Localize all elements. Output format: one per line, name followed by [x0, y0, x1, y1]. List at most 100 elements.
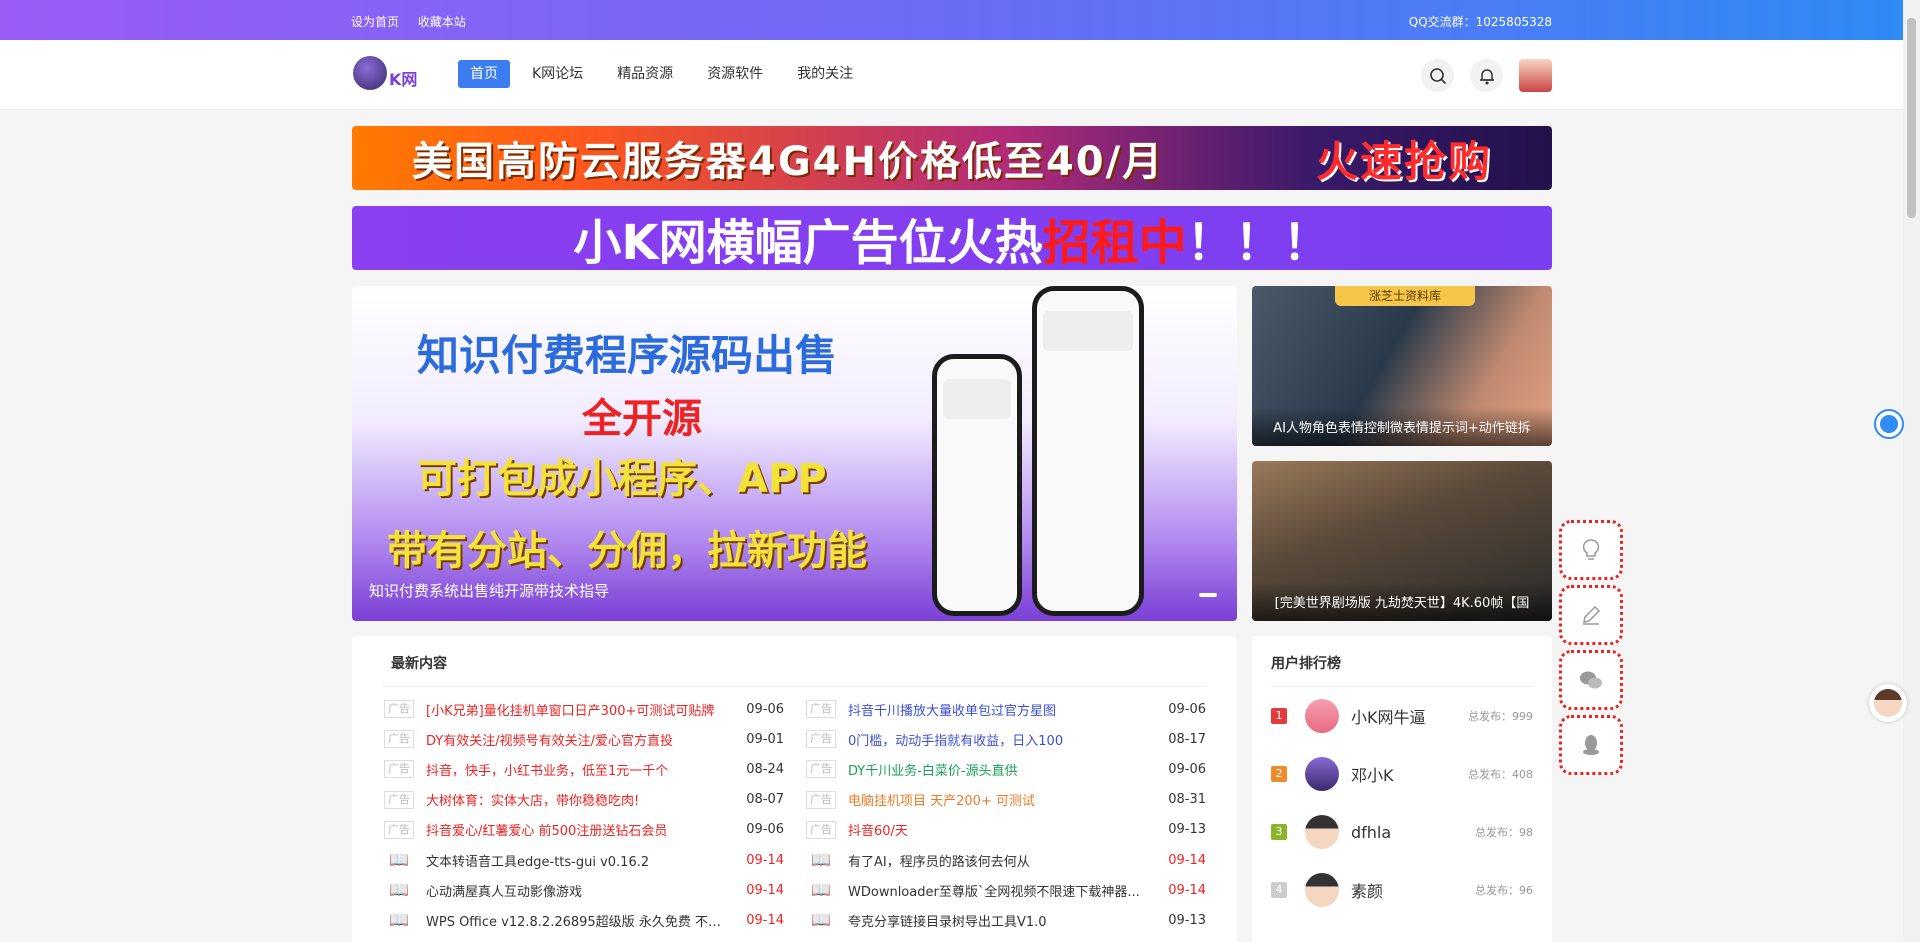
- list-item-title[interactable]: 抖音千川播放大量收单包过官方星图: [848, 700, 1154, 719]
- ad-badge: 广告: [806, 820, 836, 839]
- header-actions: [1421, 59, 1552, 92]
- ad-badge: 广告: [384, 730, 414, 749]
- list-item-date: 09-13: [1168, 912, 1206, 928]
- list-item[interactable]: 广告 0门槛，动动手指就有收益，日入100 08-17: [806, 724, 1206, 754]
- slide-line-3: 可打包成小程序、APP: [417, 456, 827, 502]
- phone-mockup: [1032, 286, 1144, 616]
- rank-number: 3: [1271, 824, 1287, 840]
- bookmark-link[interactable]: 收藏本站: [418, 15, 466, 29]
- book-icon: 📖: [389, 850, 409, 870]
- ranking-item[interactable]: 4 素颜 总发布：96: [1271, 870, 1533, 910]
- list-item[interactable]: 广告 抖音60/天 09-13: [806, 815, 1206, 845]
- ranking-count-value: 408: [1512, 768, 1533, 781]
- list-item[interactable]: 广告 DY有效关注/视频号有效关注/爱心官方直投 09-01: [384, 724, 784, 754]
- nav-home[interactable]: 首页: [458, 60, 510, 88]
- list-item-title[interactable]: [小K兄弟]量化挂机单窗口日产300+可测试可贴牌: [426, 700, 732, 719]
- list-item-date: 08-07: [746, 792, 784, 808]
- hero-slider[interactable]: 知识付费程序源码出售 全开源 可打包成小程序、APP 带有分站、分佣，拉新功能 …: [352, 286, 1237, 621]
- ranking-name[interactable]: 邓小K: [1351, 762, 1468, 786]
- nav-software[interactable]: 资源软件: [695, 60, 775, 88]
- latest-list-right: 广告 抖音千川播放大量收单包过官方星图 09-06 广告 0门槛，动动手指就有收益，日入…: [806, 694, 1206, 936]
- ad-badge: 广告: [384, 760, 414, 779]
- ranking-count: 总发布：98: [1475, 824, 1533, 840]
- book-icon: 📖: [389, 910, 409, 930]
- list-item-title[interactable]: 0门槛，动动手指就有收益，日入100: [848, 730, 1154, 749]
- ranking-count-label: 总发布：: [1468, 768, 1512, 781]
- list-item[interactable]: 📖 WPS Office v12.8.2.26895超级版 永久免费 不用... 0…: [384, 905, 784, 935]
- list-item[interactable]: 广告 大树体育：实体大店，带你稳稳吃肉! 08-07: [384, 785, 784, 815]
- ad-banner-rent-highlight: 招租中: [1042, 215, 1187, 270]
- list-item[interactable]: 广告 抖音，快手，小红书业务，低至1元一千个 08-24: [384, 754, 784, 784]
- assistant-avatar[interactable]: [1869, 684, 1907, 722]
- list-item-title[interactable]: 抖音，快手，小红书业务，低至1元一千个: [426, 760, 732, 779]
- list-item[interactable]: 广告 抖音千川播放大量收单包过官方星图 09-06: [806, 694, 1206, 724]
- list-item-title[interactable]: WPS Office v12.8.2.26895超级版 永久免费 不用...: [426, 911, 732, 930]
- ad-badge: 广告: [806, 700, 836, 719]
- avatar[interactable]: [1305, 815, 1339, 849]
- list-item-title[interactable]: 有了AI，程序员的路该何去何从: [848, 851, 1154, 870]
- ranking-count-value: 98: [1519, 826, 1533, 839]
- site-logo[interactable]: K网: [353, 54, 423, 94]
- divider: [382, 686, 1207, 687]
- search-icon[interactable]: [1421, 59, 1454, 92]
- ranking-count-label: 总发布：: [1468, 710, 1512, 723]
- ranking-item[interactable]: 3 dfhla 总发布：98: [1271, 812, 1533, 852]
- set-home-link[interactable]: 设为首页: [351, 15, 399, 29]
- page-scrollbar[interactable]: [1903, 0, 1920, 942]
- list-item-title[interactable]: DY千川业务-白菜价-源头直供: [848, 760, 1154, 779]
- top-bar: 设为首页 收藏本站 QQ交流群：1025805328: [0, 0, 1903, 40]
- ranking-name[interactable]: 素颜: [1351, 878, 1475, 902]
- slider-indicator[interactable]: [1199, 593, 1217, 597]
- list-item[interactable]: 📖 文本转语音工具edge-tts-gui v0.16.2 09-14: [384, 845, 784, 875]
- ad-banner-rent[interactable]: 小K网横幅广告位火热 招租中！！！: [352, 206, 1552, 270]
- list-item-date: 09-14: [746, 882, 784, 898]
- logo-text: K网: [389, 70, 418, 89]
- avatar[interactable]: [1305, 873, 1339, 907]
- list-item-title[interactable]: DY有效关注/视频号有效关注/爱心官方直投: [426, 730, 732, 749]
- nav-premium[interactable]: 精品资源: [605, 60, 685, 88]
- avatar[interactable]: [1305, 699, 1339, 733]
- list-item-title[interactable]: 心动满屋真人互动影像游戏: [426, 881, 732, 900]
- scrollbar-thumb[interactable]: [1907, 18, 1916, 218]
- list-item-title[interactable]: 抖音爱心/红薯爱心 前500注册送钻石会员: [426, 820, 732, 839]
- slide-line-4: 带有分站、分佣，拉新功能: [387, 528, 867, 574]
- list-item-title[interactable]: 夸克分享链接目录树导出工具V1.0: [848, 911, 1154, 930]
- list-item-title[interactable]: WDownloader至尊版`全网视频不限速下载神器...: [848, 881, 1154, 900]
- list-item[interactable]: 📖 WDownloader至尊版`全网视频不限速下载神器... 09-14: [806, 875, 1206, 905]
- ranking-name[interactable]: dfhla: [1351, 823, 1475, 842]
- list-item[interactable]: 广告 电脑挂机项目 天产200+ 可测试 08-31: [806, 785, 1206, 815]
- ranking-item[interactable]: 1 小K网牛逼 总发布：999: [1271, 696, 1533, 736]
- list-item-title[interactable]: 抖音60/天: [848, 820, 1154, 839]
- list-item[interactable]: 📖 夸克分享链接目录树导出工具V1.0 09-13: [806, 905, 1206, 935]
- edit-icon[interactable]: [1559, 585, 1623, 645]
- chat-bubble-icon[interactable]: [1874, 409, 1904, 439]
- list-item[interactable]: 📖 心动满屋真人互动影像游戏 09-14: [384, 875, 784, 905]
- avatar[interactable]: [1305, 757, 1339, 791]
- qq-icon[interactable]: [1559, 715, 1623, 775]
- list-item-date: 08-24: [746, 761, 784, 777]
- slide-line-2: 全开源: [582, 396, 702, 442]
- list-item[interactable]: 广告 [小K兄弟]量化挂机单窗口日产300+可测试可贴牌 09-06: [384, 694, 784, 724]
- bell-icon[interactable]: [1470, 59, 1503, 92]
- list-item-title[interactable]: 大树体育：实体大店，带你稳稳吃肉!: [426, 790, 732, 809]
- ad-banner-server[interactable]: 美国高防云服务器4G4H价格低至40/月 火速抢购: [352, 126, 1552, 190]
- wechat-icon[interactable]: [1559, 650, 1623, 710]
- list-item[interactable]: 广告 抖音爱心/红薯爱心 前500注册送钻石会员 09-06: [384, 815, 784, 845]
- side-card-caption: [完美世界剧场版 九劫焚天世】4K.60帧【国: [1252, 582, 1552, 621]
- ad-badge: 广告: [806, 790, 836, 809]
- list-item-date: 09-13: [1168, 822, 1206, 838]
- ranking-name[interactable]: 小K网牛逼: [1351, 704, 1468, 728]
- list-item-title[interactable]: 电脑挂机项目 天产200+ 可测试: [848, 790, 1154, 809]
- lightbulb-icon[interactable]: [1559, 520, 1623, 580]
- side-card[interactable]: 涨芝士资料库 AI人物角色表情控制微表情提示词+动作链拆: [1252, 286, 1552, 446]
- side-card[interactable]: [完美世界剧场版 九劫焚天世】4K.60帧【国: [1252, 461, 1552, 621]
- nav-forum[interactable]: K网论坛: [520, 60, 595, 88]
- list-item[interactable]: 广告 DY千川业务-白菜价-源头直供 09-06: [806, 754, 1206, 784]
- user-ranking-panel: 用户排行榜 1 小K网牛逼 总发布：999 2 邓小K 总发布：408 3 dfhla 总发布：…: [1252, 636, 1552, 942]
- ranking-count-value: 96: [1519, 884, 1533, 897]
- list-item-title[interactable]: 文本转语音工具edge-tts-gui v0.16.2: [426, 851, 732, 870]
- nav-following[interactable]: 我的关注: [785, 60, 865, 88]
- user-avatar[interactable]: [1519, 59, 1552, 92]
- list-item[interactable]: 📖 有了AI，程序员的路该何去何从 09-14: [806, 845, 1206, 875]
- ranking-item[interactable]: 2 邓小K 总发布：408: [1271, 754, 1533, 794]
